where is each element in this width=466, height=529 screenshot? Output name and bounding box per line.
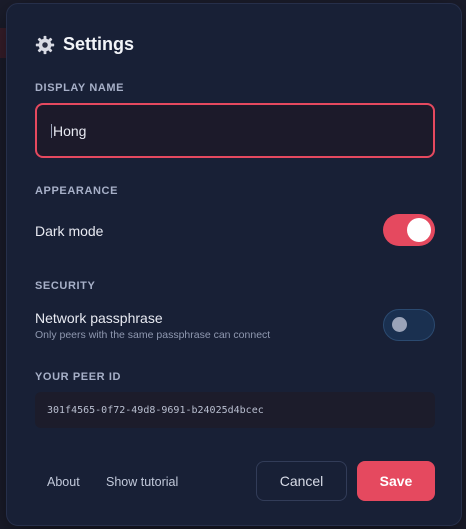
save-button[interactable]: Save: [357, 461, 435, 501]
security-label: SECURITY: [35, 280, 96, 292]
toggle-knob: [407, 218, 431, 242]
peer-id-box[interactable]: 301f4565-0f72-49d8-9691-b24025d4bcec: [35, 392, 435, 428]
display-name-value: Hong: [53, 122, 87, 139]
cancel-button[interactable]: Cancel: [256, 461, 347, 501]
show-tutorial-link[interactable]: Show tutorial: [106, 475, 178, 489]
dark-mode-label: Dark mode: [35, 223, 104, 239]
toggle-knob: [392, 317, 407, 332]
peer-id-value: 301f4565-0f72-49d8-9691-b24025d4bcec: [47, 404, 264, 416]
dialog-header: Settings: [35, 34, 134, 55]
peer-id-label: YOUR PEER ID: [35, 371, 122, 383]
passphrase-label: Network passphrase: [35, 310, 163, 326]
gear-icon: [35, 35, 55, 54]
dark-mode-toggle[interactable]: [383, 214, 435, 246]
settings-dialog: Settings DISPLAY NAME Hong APPEARANCE Da…: [6, 3, 462, 526]
about-link[interactable]: About: [47, 475, 80, 489]
display-name-label: DISPLAY NAME: [35, 82, 125, 94]
display-name-input[interactable]: Hong: [35, 103, 435, 158]
passphrase-hint: Only peers with the same passphrase can …: [35, 329, 271, 341]
appearance-label: APPEARANCE: [35, 185, 119, 197]
dialog-title: Settings: [63, 34, 135, 54]
text-caret: [51, 123, 52, 138]
passphrase-toggle[interactable]: [383, 309, 435, 341]
